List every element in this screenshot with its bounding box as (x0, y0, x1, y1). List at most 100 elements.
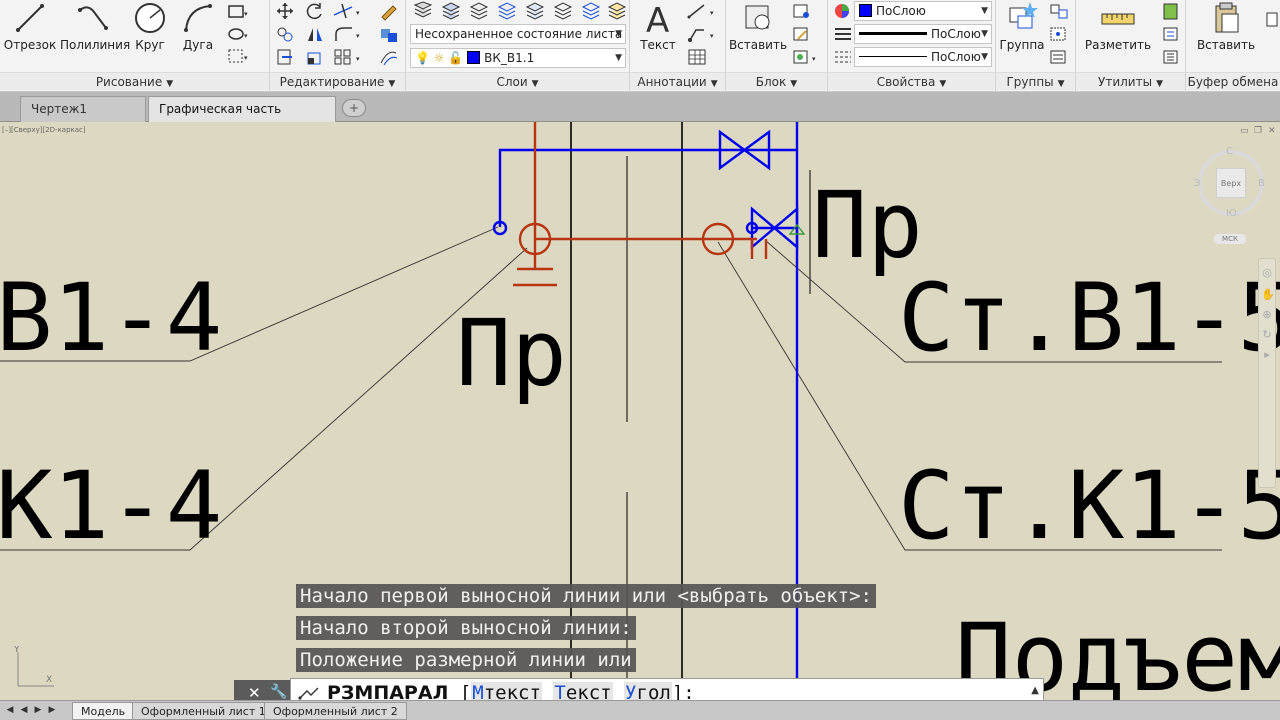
insert-block-button[interactable]: Вставить (729, 0, 787, 70)
group-button[interactable]: Группа (999, 0, 1045, 70)
compass-east[interactable]: В (1258, 178, 1265, 189)
chevron-up-icon[interactable]: ▲ (1031, 685, 1039, 696)
group-edit-button[interactable] (1048, 24, 1070, 44)
wrench-icon[interactable]: 🔧 (270, 684, 287, 700)
pan-icon[interactable]: ✋ (1261, 289, 1275, 301)
layer-off-button[interactable] (552, 1, 574, 21)
offset-button[interactable] (378, 47, 400, 67)
id-point-button[interactable] (1160, 47, 1182, 67)
tab-graphic-part[interactable]: Графическая часть МОЯ*✕ (148, 96, 336, 140)
label-k1-4[interactable]: К1-4 (0, 460, 222, 554)
linetype-icon-button (832, 47, 854, 67)
compass-south[interactable]: Ю (1226, 208, 1237, 219)
group-icon (1009, 2, 1038, 29)
rotate-button[interactable] (304, 1, 326, 21)
tab-layout-1[interactable]: Оформленный лист 1 (132, 702, 275, 720)
panel-clipboard: Вставить Буфер обмена (1186, 0, 1280, 92)
erase-button[interactable] (378, 1, 400, 21)
zoom-icon[interactable]: ⊕ (1261, 309, 1273, 321)
wcs-menu[interactable]: МСК (1214, 234, 1246, 244)
layer-state-dropdown[interactable]: Несохраненное состояние листа ▼ (410, 24, 626, 44)
last-layout-icon[interactable]: ▶ (46, 704, 58, 717)
table-button[interactable] (686, 47, 720, 67)
copy-button[interactable] (274, 24, 296, 44)
insert-block-label: Вставить (728, 38, 788, 52)
first-layout-icon[interactable]: ◀ (4, 704, 16, 717)
line-button[interactable]: Отрезок (4, 0, 56, 70)
compass-west[interactable]: З (1194, 178, 1200, 189)
layer-freeze-button[interactable] (524, 1, 546, 21)
explode-button[interactable] (378, 24, 400, 44)
linetype-dropdown[interactable]: ПоСлою ▼ (854, 47, 992, 67)
rectangle-button[interactable]: ▾ (226, 2, 248, 22)
mirror-button[interactable] (304, 24, 326, 44)
label-st-b1-5[interactable]: Ст.В1-5 (898, 272, 1280, 366)
orbit-icon[interactable]: ↻ (1261, 329, 1273, 341)
chevron-down-icon: ▼ (388, 79, 396, 89)
tab-model[interactable]: Модель (72, 702, 135, 720)
panel-utilities-title[interactable]: Утилиты ▼ (1076, 72, 1185, 90)
label-st-k1-5[interactable]: Ст.К1-5 (898, 460, 1280, 554)
compass-north[interactable]: С (1226, 146, 1233, 157)
lineweight-dropdown[interactable]: ПоСлою ▼ (854, 24, 992, 44)
tab-layout-2[interactable]: Оформленный лист 2 (264, 702, 407, 720)
circle-button[interactable]: Круг (132, 0, 168, 70)
layer-iso-button[interactable] (468, 1, 490, 21)
layer-match-button[interactable] (496, 1, 518, 21)
copy-clip-icon (1266, 12, 1278, 27)
drawing-canvas[interactable]: [–][Сверху][2D-каркас] ▭ ❐ ✕ В1-4 К1-4 П… (0, 122, 1280, 700)
move-button[interactable] (274, 1, 296, 21)
panel-modify-title[interactable]: Редактирование ▼ (270, 72, 405, 90)
color-dropdown[interactable]: ПоСлою ▼ (854, 1, 992, 21)
scale-button[interactable] (304, 47, 326, 67)
group-select-button[interactable] (1048, 47, 1070, 67)
panel-properties-title[interactable]: Свойства ▼ (828, 72, 995, 90)
viewcube[interactable]: Верх С Ю З В МСК (1194, 146, 1268, 244)
label-b1-4[interactable]: В1-4 (0, 272, 222, 366)
steering-wheel-icon[interactable]: ◎ (1261, 267, 1273, 279)
paste-button[interactable]: Вставить (1197, 0, 1255, 70)
array-button[interactable]: ▾ (332, 47, 366, 67)
measure-button[interactable]: Разметить (1085, 0, 1151, 70)
match-properties-button[interactable] (832, 1, 854, 21)
stretch-button[interactable] (274, 47, 296, 67)
fillet-button[interactable]: ▾ (332, 24, 366, 44)
linetype-value: ПоСлою (931, 50, 981, 64)
layer-dropdown[interactable]: 💡 ☼ 🔓 ВК_В1.1 ▼ (410, 48, 626, 68)
dimension-button[interactable]: ▾ (686, 1, 720, 21)
select-all-button[interactable] (1160, 24, 1182, 44)
quick-calc-button[interactable] (1160, 1, 1182, 21)
prev-layout-icon[interactable]: ◀ (18, 704, 30, 717)
create-block-button[interactable] (790, 1, 812, 21)
copy-clip-button[interactable] (1264, 10, 1280, 30)
panel-annotation-title[interactable]: Аннотации ▼ (630, 72, 725, 90)
label-pr-center[interactable]: Пр (456, 308, 567, 400)
layer-state-button[interactable] (440, 1, 462, 21)
viewcube-top-face[interactable]: Верх (1216, 168, 1246, 198)
layer-lock-button[interactable] (580, 1, 602, 21)
layer-walk-button[interactable] (606, 1, 628, 21)
tab-drawing1[interactable]: Чертеж1 (20, 96, 146, 122)
showmotion-icon[interactable]: ▸ (1261, 349, 1273, 361)
arc-label: Дуга (182, 38, 214, 52)
panel-block-title[interactable]: Блок ▼ (726, 72, 827, 90)
next-layout-icon[interactable]: ▶ (32, 704, 44, 717)
label-pr-right[interactable]: Пр (812, 180, 923, 272)
polyline-button[interactable]: Полилиния (60, 0, 130, 70)
new-tab-button[interactable]: + (342, 99, 366, 117)
arc-button[interactable]: Дуга (180, 0, 216, 70)
layer-properties-button[interactable] (412, 1, 434, 21)
panel-layers-title[interactable]: Слои ▼ (406, 72, 629, 90)
panel-groups-title[interactable]: Группы ▼ (996, 72, 1075, 90)
panel-draw-title[interactable]: Рисование ▼ (0, 72, 269, 90)
leader-button[interactable]: ▾ (686, 24, 720, 44)
edit-block-button[interactable] (790, 24, 812, 44)
block-attributes-button[interactable]: ▾ (790, 47, 822, 67)
trim-button[interactable]: ▾ (332, 1, 366, 21)
region-button[interactable]: ▾ (226, 46, 248, 66)
svg-text:▾: ▾ (812, 55, 816, 63)
hatch-button[interactable]: ▾ (226, 24, 248, 44)
ungroup-button[interactable] (1048, 1, 1070, 21)
panel-clipboard-title[interactable]: Буфер обмена (1186, 72, 1280, 90)
text-button[interactable]: A Текст (638, 0, 678, 70)
